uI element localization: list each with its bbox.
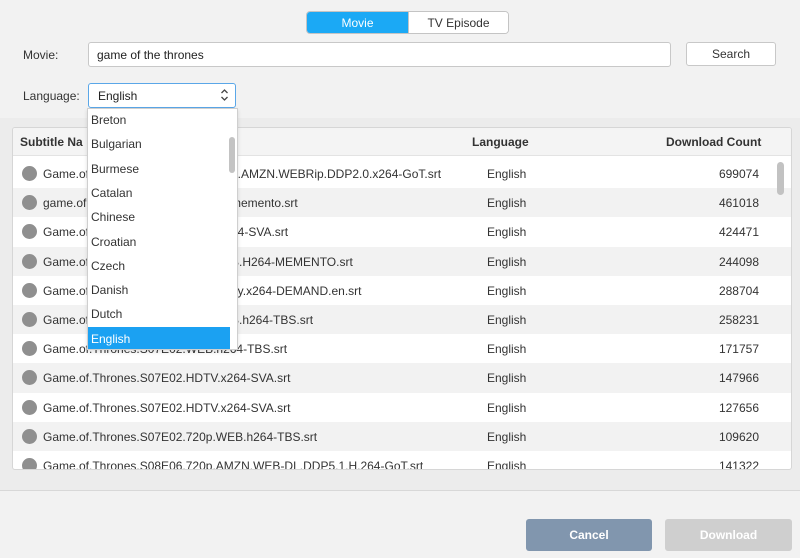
status-dot-icon: [22, 399, 37, 415]
subtitle-language: English: [487, 312, 527, 327]
subtitle-language: English: [487, 167, 527, 181]
download-count: 147966: [718, 371, 759, 386]
language-option[interactable]: Breton: [88, 109, 230, 132]
language-select[interactable]: English: [88, 83, 236, 108]
subtitle-name-tail: memento.srt: [231, 196, 298, 211]
dropdown-scrollbar[interactable]: [229, 137, 235, 173]
download-count: 141322: [718, 458, 759, 470]
language-select-value: English: [98, 88, 138, 103]
language-option[interactable]: Croatian: [88, 230, 230, 254]
language-label: Language:: [23, 89, 80, 103]
search-button[interactable]: Search: [686, 42, 776, 66]
subtitle-name-tail: B.h264-TBS.srt: [231, 312, 314, 327]
movie-search-input[interactable]: game of the thrones: [88, 42, 671, 67]
language-option[interactable]: English: [88, 326, 230, 349]
movie-label: Movie:: [23, 48, 59, 62]
subtitle-name: Game.of: [43, 225, 90, 240]
subtitle-language: English: [487, 342, 527, 357]
subtitle-language: English: [487, 196, 527, 211]
table-row[interactable]: Game.of.Thrones.S07E02.HDTV.x264-SVA.srt…: [13, 393, 791, 422]
status-dot-icon: [22, 195, 37, 211]
subtitle-name: Game.of.Thrones.S07E02.HDTV.x264-SVA.srt: [43, 371, 291, 386]
table-row[interactable]: Game.of.Thrones.S08E06.720p.AMZN.WEB-DL.…: [13, 451, 791, 470]
mode-segmented-control: Movie TV Episode: [306, 11, 509, 34]
subtitle-name: Game.of.Thrones.S08E06.720p.AMZN.WEB-DL.…: [43, 458, 424, 470]
status-dot-icon: [22, 282, 37, 298]
subtitle-name: Game.of: [43, 312, 90, 327]
header-language[interactable]: Language: [472, 135, 529, 149]
download-count: 288704: [718, 283, 759, 298]
subtitle-name-tail: B.H264-MEMENTO.srt: [231, 254, 353, 269]
language-option[interactable]: Czech: [88, 254, 230, 278]
subtitle-language: English: [487, 400, 527, 415]
status-dot-icon: [22, 428, 37, 444]
subtitle-name: Game.of.Thrones.S07E02.720p.WEB.h264-TBS…: [43, 429, 318, 444]
subtitle-name: Game.of: [43, 283, 90, 298]
status-dot-icon: [22, 341, 37, 357]
subtitle-name-tail: ay.x264-DEMAND.en.srt: [231, 283, 362, 298]
status-dot-icon: [22, 224, 37, 240]
header-subtitle-name[interactable]: Subtitle Na: [20, 135, 83, 149]
language-dropdown-list: Breton Bulgarian Burmese Catalan Chinese Croa…: [87, 108, 238, 350]
subtitle-name-tail: 64-SVA.srt: [231, 225, 289, 240]
download-count: 244098: [718, 254, 759, 269]
language-option[interactable]: Burmese: [88, 157, 230, 181]
table-row[interactable]: Game.of.Thrones.S07E02.HDTV.x264-SVA.srt…: [13, 363, 791, 393]
subtitle-name: game.of: [43, 196, 87, 211]
subtitle-language: English: [487, 429, 527, 444]
status-dot-icon: [22, 370, 37, 386]
language-option[interactable]: Catalan: [88, 181, 230, 205]
download-count: 699074: [718, 167, 759, 181]
status-dot-icon: [22, 457, 37, 469]
movie-search-value: game of the thrones: [97, 47, 204, 62]
subtitle-name: Game.of: [43, 254, 90, 269]
language-option[interactable]: Bulgarian: [88, 132, 230, 156]
tab-tv-episode[interactable]: TV Episode: [408, 12, 508, 33]
download-count: 127656: [718, 400, 759, 415]
header-download-count[interactable]: Download Count: [666, 135, 761, 149]
download-button[interactable]: Download: [665, 519, 792, 551]
status-dot-icon: [22, 253, 37, 269]
language-option[interactable]: Chinese: [88, 205, 230, 229]
subtitle-name: Game.of.Thrones.S07E02.HDTV.x264-SVA.srt: [43, 400, 291, 415]
status-dot-icon: [22, 311, 37, 327]
language-option[interactable]: Danish: [88, 278, 230, 302]
subtitle-language: English: [487, 458, 527, 470]
subtitle-name: Game.of: [43, 167, 90, 181]
subtitle-name-tail: n.AMZN.WEBRip.DDP2.0.x264-GoT.srt: [231, 167, 442, 181]
subtitle-language: English: [487, 371, 527, 386]
download-count: 109620: [718, 429, 759, 444]
table-scrollbar[interactable]: [777, 162, 784, 195]
language-option[interactable]: Dutch: [88, 302, 230, 326]
tab-movie[interactable]: Movie: [307, 12, 408, 33]
status-dot-icon: [22, 166, 37, 181]
download-count: 171757: [718, 342, 759, 357]
chevron-up-down-icon: [221, 89, 228, 101]
download-count: 258231: [718, 312, 759, 327]
subtitle-language: English: [487, 254, 527, 269]
download-count: 461018: [718, 196, 759, 211]
subtitle-language: English: [487, 225, 527, 240]
download-count: 424471: [718, 225, 759, 240]
cancel-button[interactable]: Cancel: [526, 519, 652, 551]
table-row[interactable]: Game.of.Thrones.S07E02.720p.WEB.h264-TBS…: [13, 421, 791, 451]
subtitle-language: English: [487, 283, 527, 298]
